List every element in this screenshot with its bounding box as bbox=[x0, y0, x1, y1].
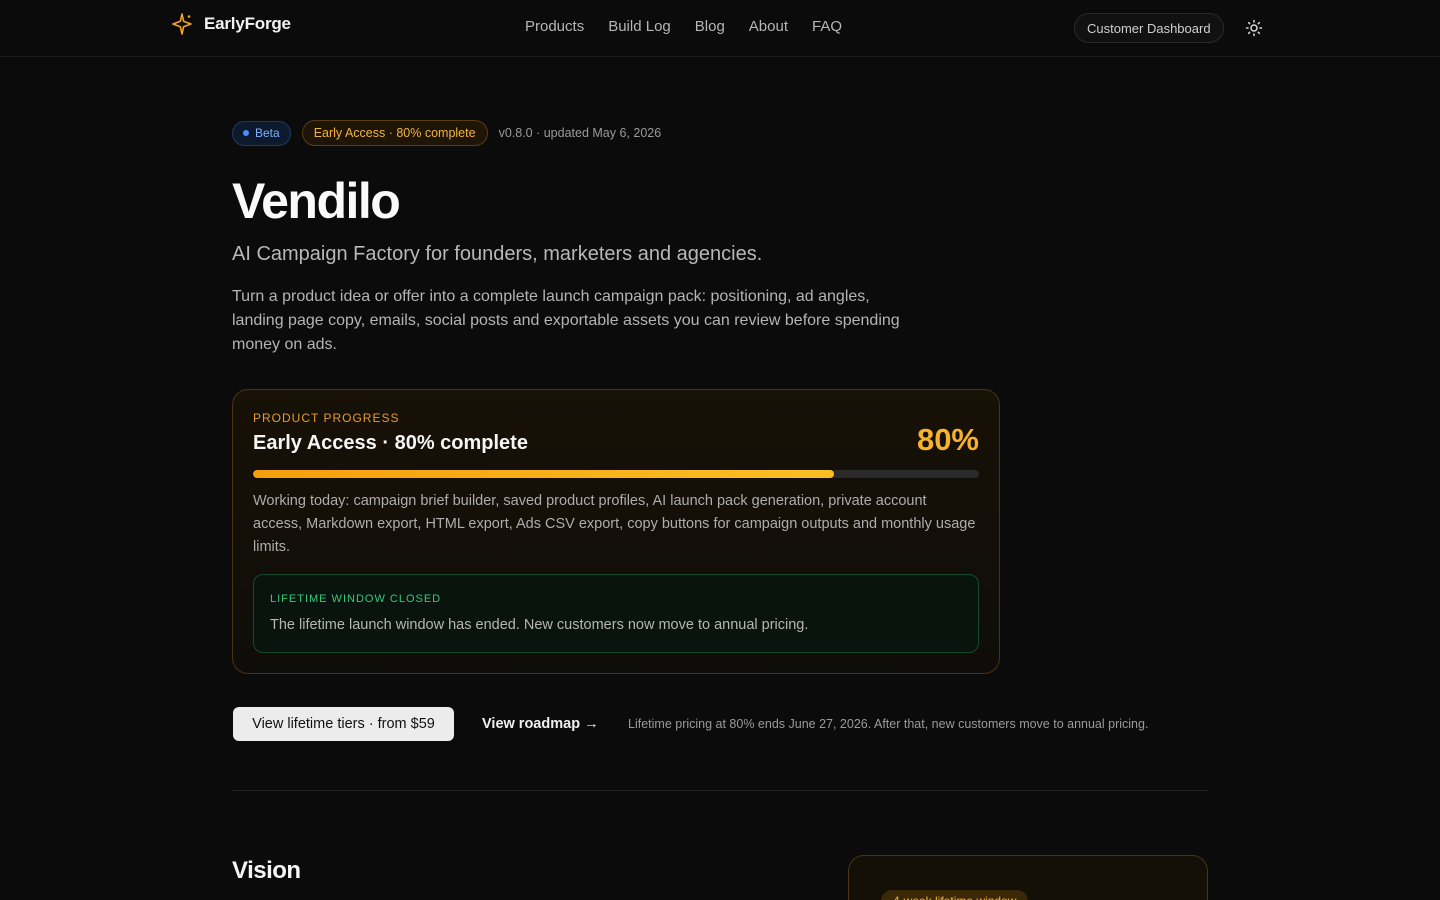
view-lifetime-tiers-button[interactable]: View lifetime tiers · from $59 bbox=[233, 707, 454, 741]
status-dot-icon bbox=[243, 130, 249, 136]
nav-faq[interactable]: FAQ bbox=[812, 18, 842, 35]
early-access-badge: Early Access · 80% complete bbox=[301, 120, 488, 146]
pricing-note: Lifetime pricing at 80% ends June 27, 20… bbox=[628, 717, 1149, 731]
progress-eyebrow: PRODUCT PROGRESS bbox=[253, 411, 400, 425]
beta-badge: Beta bbox=[232, 120, 291, 146]
customer-dashboard-button[interactable]: Customer Dashboard bbox=[1074, 13, 1224, 43]
nav-products[interactable]: Products bbox=[525, 18, 584, 35]
nav-blog[interactable]: Blog bbox=[695, 18, 725, 35]
beta-badge-label: Beta bbox=[255, 126, 280, 140]
progress-bar-fill bbox=[253, 470, 834, 478]
brand-logo[interactable]: EarlyForge bbox=[170, 12, 291, 36]
nav-about[interactable]: About bbox=[749, 18, 788, 35]
vision-heading: Vision bbox=[232, 857, 301, 884]
lifetime-window-card: 4-week lifetime window bbox=[848, 855, 1208, 900]
sparkle-icon bbox=[172, 13, 192, 35]
lifetime-window-pill: 4-week lifetime window bbox=[881, 890, 1029, 900]
lifetime-notice: LIFETIME WINDOW CLOSED The lifetime laun… bbox=[253, 574, 979, 653]
notice-eyebrow: LIFETIME WINDOW CLOSED bbox=[270, 593, 442, 605]
page-subtitle: AI Campaign Factory for founders, market… bbox=[232, 243, 763, 265]
progress-working-text: Working today: campaign brief builder, s… bbox=[253, 493, 976, 555]
progress-bar bbox=[253, 470, 979, 478]
notice-text: The lifetime launch window has ended. Ne… bbox=[270, 617, 809, 633]
sun-icon bbox=[1245, 19, 1263, 37]
view-roadmap-link[interactable]: View roadmap → bbox=[482, 716, 599, 732]
page-title: Vendilo bbox=[232, 173, 401, 229]
version-label: v0.8.0 · updated May 6, 2026 bbox=[498, 126, 662, 140]
progress-percent: 80% bbox=[916, 422, 979, 457]
section-divider bbox=[232, 790, 1208, 791]
progress-title: Early Access · 80% complete bbox=[253, 432, 528, 454]
page-description: Turn a product idea or offer into a comp… bbox=[232, 288, 900, 353]
theme-toggle-button[interactable] bbox=[1244, 18, 1264, 38]
main-nav: Products Build Log Blog About FAQ bbox=[525, 18, 842, 35]
hero-badges: Beta Early Access · 80% complete v0.8.0 … bbox=[232, 120, 661, 146]
site-header: EarlyForge Products Build Log Blog About… bbox=[0, 0, 1440, 57]
progress-card: PRODUCT PROGRESS Early Access · 80% comp… bbox=[232, 389, 1000, 674]
brand-name: EarlyForge bbox=[204, 14, 291, 33]
nav-build-log[interactable]: Build Log bbox=[608, 18, 671, 35]
